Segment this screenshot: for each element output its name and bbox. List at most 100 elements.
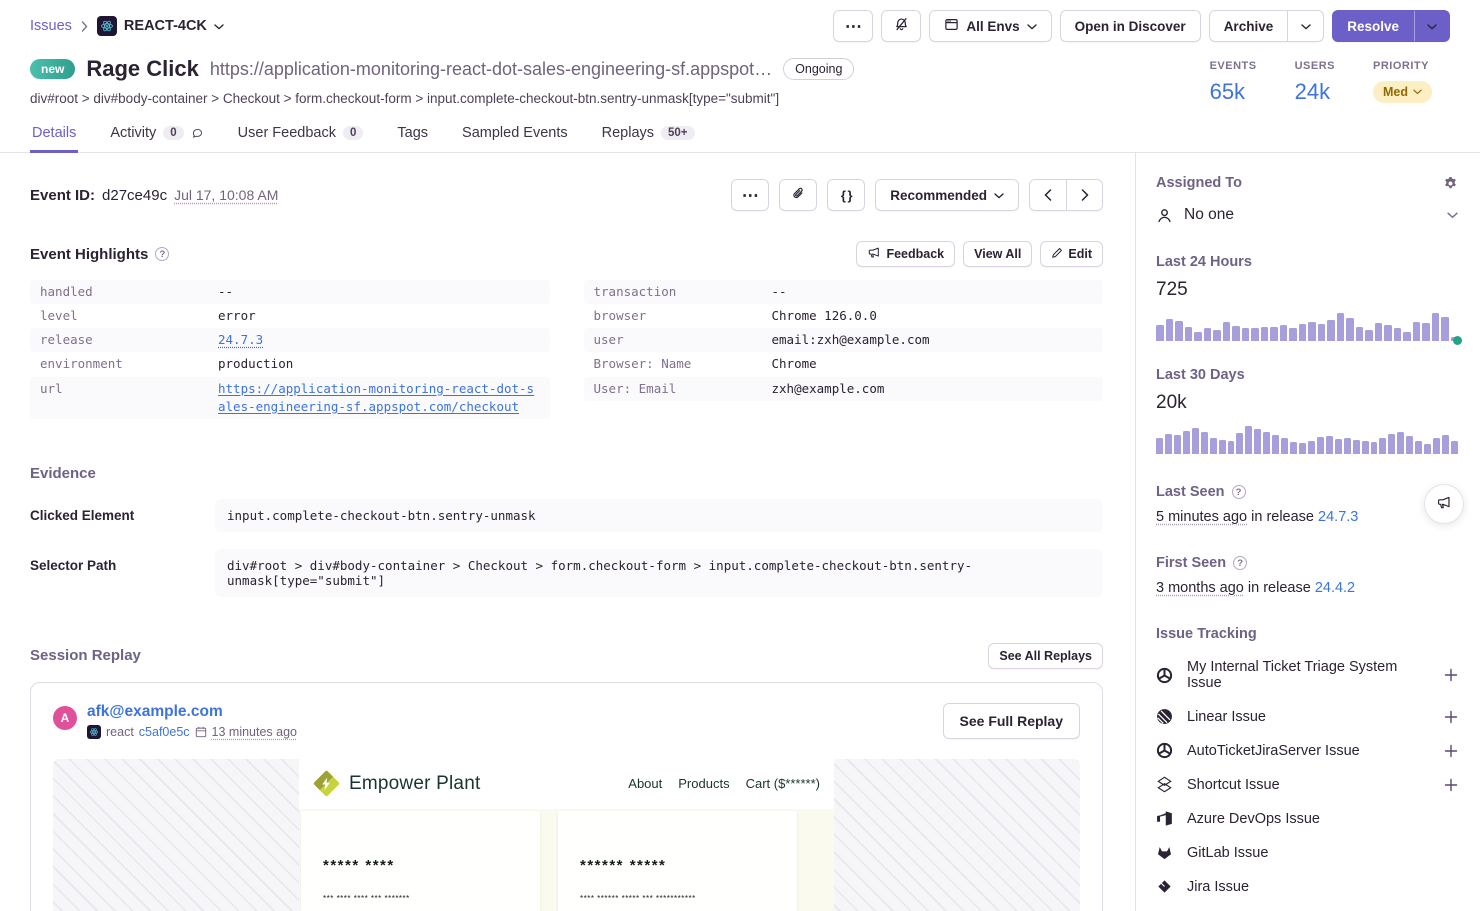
event-more-button[interactable]: [731, 179, 769, 211]
product-title-masked: ****** *****: [580, 857, 775, 874]
previous-event-button[interactable]: [1029, 179, 1067, 211]
attachments-button[interactable]: [779, 179, 817, 211]
site-nav-about: About: [628, 776, 662, 791]
tracking-item-azure-devops[interactable]: Azure DevOps Issue: [1156, 810, 1458, 827]
session-replay-section: Session Replay See All Replays A afk@exa…: [30, 643, 1103, 911]
help-icon: [1233, 556, 1247, 570]
teamwork-icon: [1156, 742, 1174, 759]
open-in-discover-button[interactable]: Open in Discover: [1060, 10, 1201, 42]
see-all-replays-button[interactable]: See All Replays: [988, 643, 1103, 669]
priority-stat: PRIORITY Med: [1373, 60, 1432, 106]
replay-id-link[interactable]: c5af0e5c: [139, 725, 190, 739]
floating-feedback-button[interactable]: [1424, 484, 1464, 524]
breadcrumb-issues-link[interactable]: Issues: [30, 18, 72, 34]
clicked-element-value: input.complete-checkout-btn.sentry-unmas…: [215, 499, 1103, 532]
event-view-select[interactable]: Recommended: [875, 179, 1019, 211]
resolve-dropdown-button[interactable]: [1414, 10, 1450, 42]
priority-dropdown[interactable]: Med: [1373, 81, 1432, 103]
highlights-left-table: handled-- levelerror release24.7.3 envir…: [30, 280, 550, 419]
kv-row-user-email: User: Emailzxh@example.com: [584, 377, 1104, 401]
archive-button[interactable]: Archive: [1209, 10, 1289, 42]
json-button[interactable]: [827, 179, 865, 211]
environment-filter-button[interactable]: All Envs: [929, 10, 1051, 42]
event-highlights-title: Event Highlights: [30, 246, 169, 263]
last-30-days-block: Last 30 Days 20k: [1156, 367, 1458, 454]
event-id-value: d27ce49c: [102, 187, 167, 204]
tab-tags[interactable]: Tags: [395, 118, 430, 153]
gear-icon[interactable]: [1443, 176, 1458, 191]
environment-filter-label: All Envs: [966, 19, 1019, 34]
tab-details[interactable]: Details: [30, 118, 78, 153]
resolve-button[interactable]: Resolve: [1332, 10, 1414, 42]
kv-row-transaction: transaction--: [584, 280, 1104, 304]
feedback-count-badge: 0: [343, 126, 363, 140]
person-icon: [1156, 207, 1173, 224]
last-seen-mid: in release: [1251, 509, 1314, 525]
add-issue-button[interactable]: [1444, 668, 1458, 682]
tracking-item-teamwork[interactable]: My Internal Ticket Triage System Issue: [1156, 659, 1458, 691]
next-event-button[interactable]: [1067, 179, 1103, 211]
top-bar: Issues REACT-4CK: [0, 0, 1480, 52]
feedback-button[interactable]: Feedback: [856, 241, 955, 267]
chevron-down-icon: [1027, 24, 1037, 30]
mute-button[interactable]: [881, 10, 921, 42]
project-selector[interactable]: REACT-4CK: [97, 16, 224, 36]
issue-tracking-title: Issue Tracking: [1156, 626, 1458, 642]
release-link[interactable]: 24.7.3: [218, 331, 263, 349]
tab-replays[interactable]: Replays 50+: [600, 118, 697, 153]
empower-plant-logo-icon: [313, 771, 339, 797]
curly-braces-icon: [841, 188, 852, 203]
tracking-item-linear[interactable]: Linear Issue: [1156, 708, 1458, 725]
see-full-replay-button[interactable]: See Full Replay: [943, 703, 1080, 739]
tracking-item-autoticketjiraserver[interactable]: AutoTicketJiraServer Issue: [1156, 742, 1458, 759]
issue-header: new Rage Click https://application-monit…: [0, 52, 1480, 118]
kv-row-level: levelerror: [30, 304, 550, 328]
replays-count-badge: 50+: [661, 126, 695, 140]
replay-preview: Empower Plant About Products Cart ($****…: [53, 759, 1080, 911]
tracking-item-gitlab[interactable]: GitLab Issue: [1156, 844, 1458, 861]
tab-sampled-events[interactable]: Sampled Events: [460, 118, 570, 153]
megaphone-icon: [867, 246, 881, 262]
help-icon: [1232, 485, 1246, 499]
issue-sidebar: Assigned To No one Last 24 Hours 7: [1135, 153, 1480, 911]
help-icon: [155, 247, 169, 261]
first-seen-release-link[interactable]: 24.4.2: [1315, 580, 1355, 596]
first-seen-title: First Seen: [1156, 555, 1458, 571]
chevron-left-icon: [1044, 189, 1052, 201]
teamwork-icon: [1156, 667, 1174, 684]
new-badge: new: [30, 59, 75, 79]
event-details-main: Event ID: d27ce49c Jul 17, 10:08 AM Reco…: [0, 153, 1135, 911]
archive-split-button: Archive: [1209, 10, 1325, 42]
view-all-button[interactable]: View All: [963, 241, 1032, 267]
product-desc-masked: **** ****** ***** *** ***********: [580, 894, 775, 903]
add-issue-button[interactable]: [1444, 710, 1458, 724]
tracking-item-shortcut[interactable]: Shortcut Issue: [1156, 776, 1458, 793]
product-card: ***** **** *** **** **** *** ******* Add…: [301, 811, 540, 911]
chevron-down-icon: [1301, 24, 1311, 30]
url-link[interactable]: https://application-monitoring-react-dot…: [218, 380, 540, 416]
events-count-link[interactable]: 65k: [1210, 79, 1257, 105]
archive-dropdown-button[interactable]: [1288, 10, 1324, 42]
issue-culprit-url: https://application-monitoring-react-dot…: [210, 59, 772, 80]
edit-button[interactable]: Edit: [1040, 241, 1103, 267]
first-seen-mid: in release: [1248, 580, 1311, 596]
tracking-item-jira[interactable]: Jira Issue: [1156, 878, 1458, 895]
tab-activity[interactable]: Activity 0: [108, 118, 205, 153]
replay-user-link[interactable]: afk@example.com: [87, 703, 223, 720]
add-issue-button[interactable]: [1444, 744, 1458, 758]
more-actions-button[interactable]: [833, 10, 873, 42]
users-count-link[interactable]: 24k: [1295, 79, 1335, 105]
issue-tabs: Details Activity 0 User Feedback 0 Tags …: [0, 118, 1480, 153]
event-id-label: Event ID:: [30, 187, 95, 204]
shortcut-icon: [1156, 776, 1174, 793]
highlights-right-table: transaction-- browserChrome 126.0.0 user…: [584, 280, 1104, 401]
assigned-to-title: Assigned To: [1156, 175, 1242, 191]
assignee-dropdown[interactable]: No one: [1156, 206, 1458, 224]
add-issue-button[interactable]: [1444, 778, 1458, 792]
kv-row-user: useremail:zxh@example.com: [584, 328, 1104, 352]
issue-stats: EVENTS 65k USERS 24k PRIORITY Med: [1210, 56, 1450, 106]
kv-row-browser: browserChrome 126.0.0: [584, 304, 1104, 328]
tab-user-feedback[interactable]: User Feedback 0: [236, 118, 366, 153]
first-seen-block: First Seen 3 months ago in release 24.4.…: [1156, 555, 1458, 596]
last-seen-release-link[interactable]: 24.7.3: [1318, 509, 1358, 525]
